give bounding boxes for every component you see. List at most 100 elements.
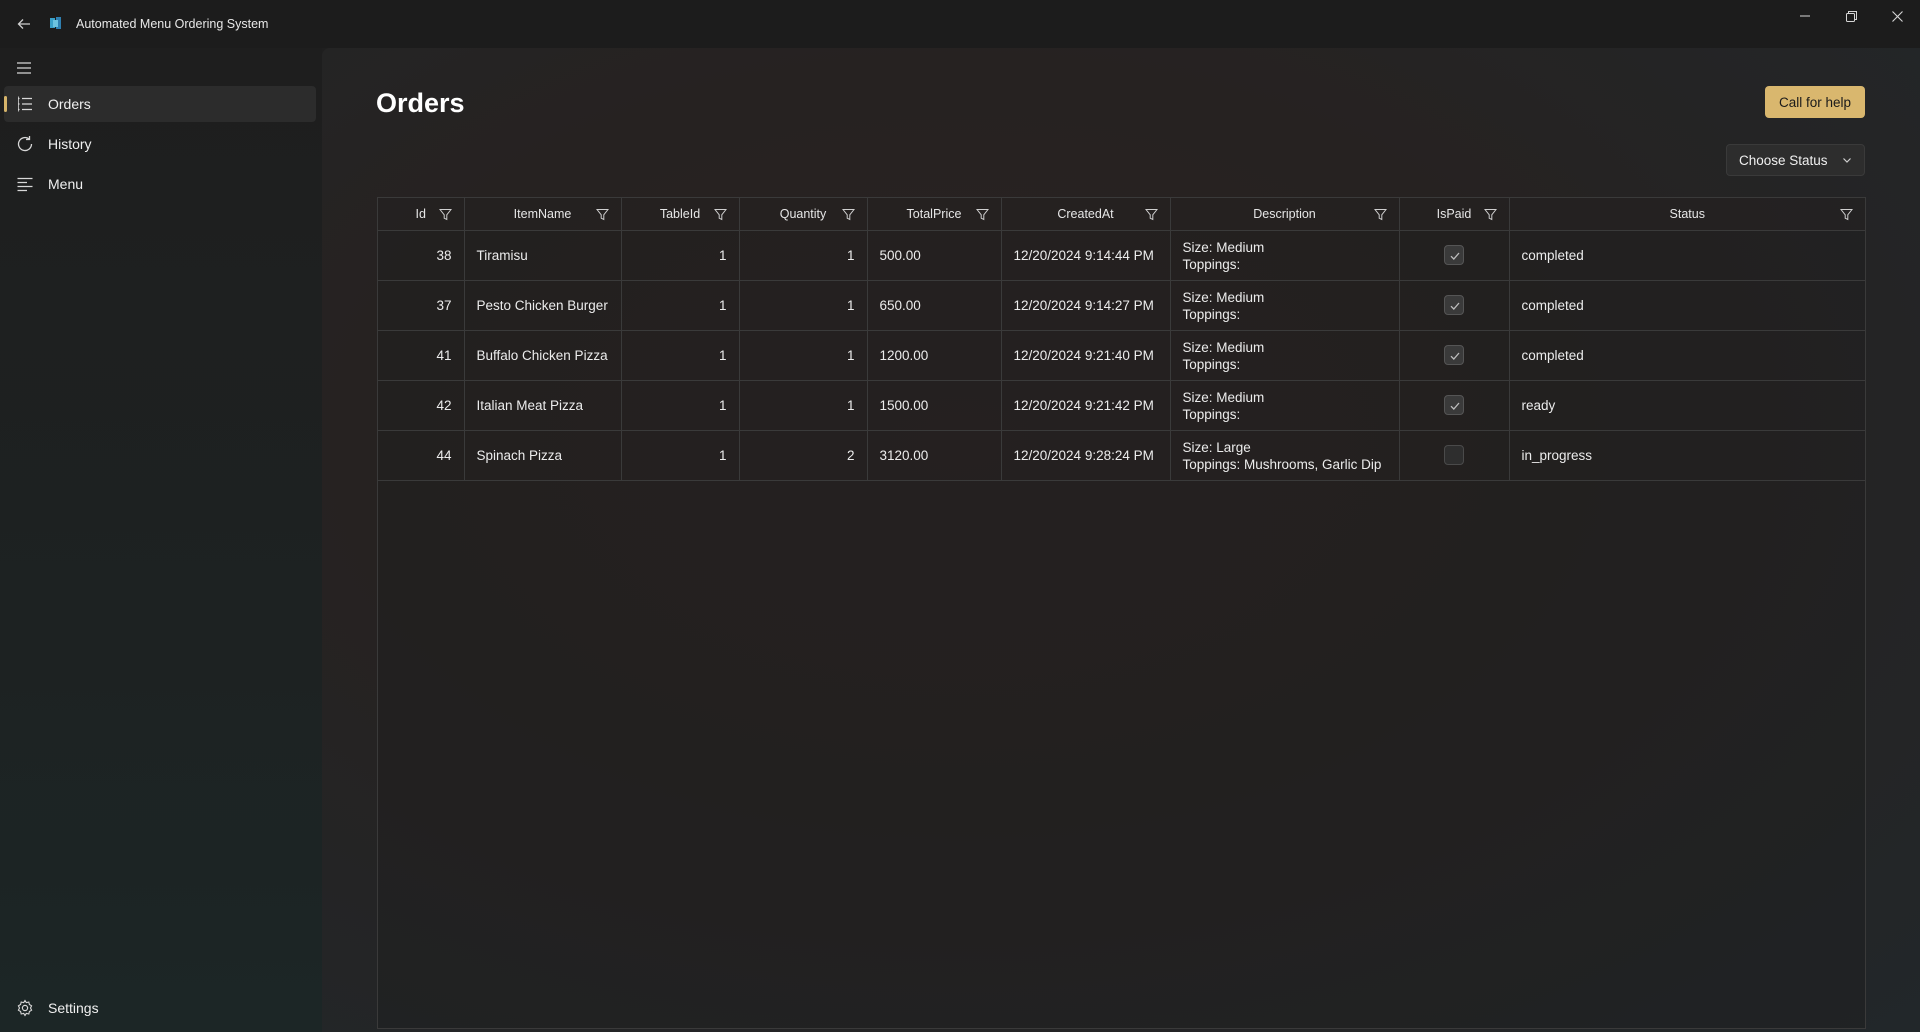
back-arrow-icon[interactable] <box>12 12 36 36</box>
cell-status: completed <box>1509 280 1865 331</box>
chevron-down-icon <box>1841 154 1853 166</box>
description-toppings: Toppings: Mushrooms, Garlic Dip <box>1182 457 1382 472</box>
table-row[interactable]: 42 Italian Meat Pizza 1 1 1500.00 12/20/2024 … <box>378 380 1865 431</box>
cell-item-name: Tiramisu <box>464 230 622 281</box>
filter-icon[interactable] <box>713 208 727 221</box>
active-indicator <box>4 96 7 112</box>
cell-created-at: 12/20/2024 9:14:27 PM <box>1001 280 1171 331</box>
cell-item-name: Pesto Chicken Burger <box>464 280 622 331</box>
filter-icon[interactable] <box>841 208 855 221</box>
cell-quantity: 1 <box>739 380 868 431</box>
main-content: Orders Call for help Choose Status Id Ite… <box>322 48 1920 1032</box>
cell-table-id: 1 <box>621 230 740 281</box>
filter-icon[interactable] <box>595 208 609 221</box>
column-header-label: Status <box>1669 206 1705 221</box>
column-header-label: ItemName <box>513 206 572 221</box>
column-header-description[interactable]: Description <box>1170 198 1400 231</box>
is-paid-checkbox[interactable] <box>1444 345 1464 365</box>
cell-id: 42 <box>378 380 465 431</box>
sidebar-item-label: Settings <box>48 1000 99 1016</box>
description-size: Size: Medium <box>1182 290 1265 305</box>
page-title: Orders <box>376 88 465 118</box>
cell-table-id: 1 <box>621 380 740 431</box>
sidebar-item-label: History <box>48 136 92 152</box>
column-header-id[interactable]: Id <box>378 198 465 231</box>
cell-created-at: 12/20/2024 9:21:42 PM <box>1001 380 1171 431</box>
cell-description: Size: Large Toppings: Mushrooms, Garlic D… <box>1170 430 1400 481</box>
list-icon <box>16 95 34 113</box>
cell-id: 41 <box>378 330 465 381</box>
close-icon[interactable] <box>1874 0 1920 32</box>
filter-icon[interactable] <box>1839 208 1854 221</box>
sidebar-item-label: Menu <box>48 176 84 192</box>
choose-status-dropdown[interactable]: Choose Status <box>1726 144 1865 176</box>
description-toppings: Toppings: <box>1182 407 1241 422</box>
app-title: Automated Menu Ordering System <box>76 17 269 31</box>
cell-status: in_progress <box>1509 430 1865 481</box>
column-header-ispaid[interactable]: IsPaid <box>1399 198 1510 231</box>
cell-total-price: 500.00 <box>867 230 1002 281</box>
cell-table-id: 1 <box>621 280 740 331</box>
call-for-help-button[interactable]: Call for help <box>1765 86 1865 118</box>
column-header-createdat[interactable]: CreatedAt <box>1001 198 1171 231</box>
app-logo-icon <box>49 16 63 30</box>
column-header-status[interactable]: Status <box>1509 198 1865 231</box>
sidebar-item-menu[interactable]: Menu <box>4 166 316 202</box>
column-header-label: Id <box>415 206 426 221</box>
description-size: Size: Large <box>1182 440 1251 455</box>
filter-icon[interactable] <box>975 208 989 221</box>
column-header-label: TableId <box>659 206 701 221</box>
cell-quantity: 1 <box>739 280 868 331</box>
cell-total-price: 1200.00 <box>867 330 1002 381</box>
cell-quantity: 2 <box>739 430 868 481</box>
cell-is-paid <box>1399 380 1510 431</box>
cell-description: Size: Medium Toppings: <box>1170 280 1400 331</box>
cell-quantity: 1 <box>739 330 868 381</box>
cell-status: ready <box>1509 380 1865 431</box>
cell-total-price: 3120.00 <box>867 430 1002 481</box>
description-toppings: Toppings: <box>1182 257 1241 272</box>
sidebar-item-label: Orders <box>48 96 91 112</box>
is-paid-checkbox[interactable] <box>1444 395 1464 415</box>
dropdown-label: Choose Status <box>1739 153 1828 168</box>
column-header-totalprice[interactable]: TotalPrice <box>867 198 1002 231</box>
filter-icon[interactable] <box>1373 208 1387 221</box>
cell-table-id: 1 <box>621 330 740 381</box>
cell-created-at: 12/20/2024 9:14:44 PM <box>1001 230 1171 281</box>
cell-status: completed <box>1509 230 1865 281</box>
title-bar: Automated Menu Ordering System <box>0 0 1920 48</box>
navigation-sidebar: Orders History Menu Settings <box>0 48 322 1032</box>
table-row[interactable]: 37 Pesto Chicken Burger 1 1 650.00 12/20/2024… <box>378 280 1865 331</box>
orders-data-grid: Id ItemName TableId Quantity TotalPrice Creat… <box>377 197 1866 1029</box>
sidebar-item-history[interactable]: History <box>4 126 316 162</box>
cell-item-name: Italian Meat Pizza <box>464 380 622 431</box>
table-row[interactable]: 44 Spinach Pizza 1 2 3120.00 12/20/2024 9:28:… <box>378 430 1865 481</box>
filter-icon[interactable] <box>1144 208 1158 221</box>
is-paid-checkbox[interactable] <box>1444 245 1464 265</box>
column-header-itemname[interactable]: ItemName <box>464 198 622 231</box>
sidebar-item-orders[interactable]: Orders <box>4 86 316 122</box>
is-paid-checkbox[interactable] <box>1444 295 1464 315</box>
column-header-quantity[interactable]: Quantity <box>739 198 868 231</box>
cell-id: 38 <box>378 230 465 281</box>
restore-icon[interactable] <box>1828 0 1874 32</box>
cell-description: Size: Medium Toppings: <box>1170 330 1400 381</box>
table-row[interactable]: 38 Tiramisu 1 1 500.00 12/20/2024 9:14:44 PM S… <box>378 230 1865 281</box>
cell-total-price: 650.00 <box>867 280 1002 331</box>
gear-icon <box>16 999 34 1017</box>
sidebar-item-settings[interactable]: Settings <box>4 990 316 1026</box>
filter-icon[interactable] <box>438 208 452 221</box>
description-size: Size: Medium <box>1182 390 1265 405</box>
cell-quantity: 1 <box>739 230 868 281</box>
table-row[interactable]: 41 Buffalo Chicken Pizza 1 1 1200.00 12/20/20… <box>378 330 1865 381</box>
cell-id: 37 <box>378 280 465 331</box>
minimize-icon[interactable] <box>1782 0 1828 32</box>
is-paid-checkbox[interactable] <box>1444 445 1464 465</box>
hamburger-menu-icon[interactable] <box>12 56 36 80</box>
cell-status: completed <box>1509 330 1865 381</box>
column-header-label: CreatedAt <box>1057 206 1114 221</box>
column-header-tableid[interactable]: TableId <box>621 198 740 231</box>
cell-description: Size: Medium Toppings: <box>1170 380 1400 431</box>
filter-icon[interactable] <box>1483 208 1497 221</box>
cell-created-at: 12/20/2024 9:28:24 PM <box>1001 430 1171 481</box>
